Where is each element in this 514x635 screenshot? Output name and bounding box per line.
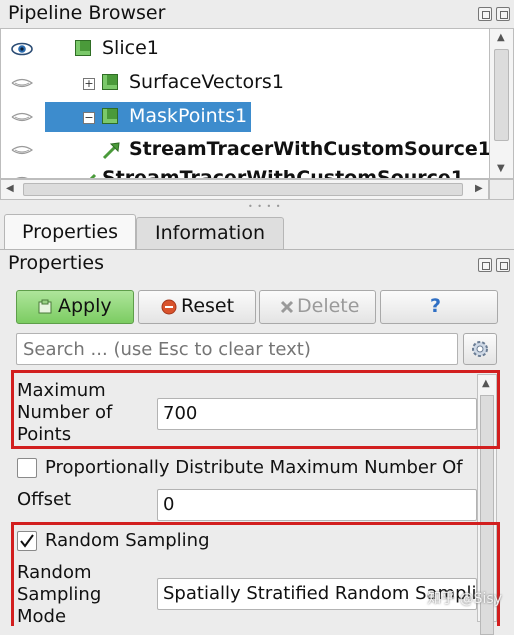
highlight-box [11, 370, 500, 449]
delete-button[interactable]: Delete [259, 290, 376, 324]
tab-bar: Properties Information [0, 208, 514, 250]
eye-visible-icon[interactable] [11, 42, 33, 56]
reset-button[interactable]: Reset [138, 290, 256, 324]
pipeline-item-label: StreamTracerWithCustomSource1 [102, 167, 465, 179]
pipeline-item-streamtracer2[interactable]: StreamTracerWithCustomSource1 [1, 167, 489, 179]
pipeline-vertical-scrollbar[interactable]: ▲ ▼ [489, 28, 514, 179]
scroll-thumb[interactable] [494, 49, 509, 141]
pipeline-item-label: SurfaceVectors1 [129, 71, 284, 93]
gear-icon [472, 341, 488, 357]
tab-properties[interactable]: Properties [4, 214, 136, 250]
expand-plus-icon[interactable]: + [83, 78, 95, 90]
pipeline-item-label: StreamTracerWithCustomSource1 [129, 138, 489, 160]
apply-icon [38, 299, 52, 314]
offset-label: Offset [17, 489, 72, 510]
apply-button[interactable]: Apply [16, 290, 134, 324]
offset-field[interactable]: 0 [157, 489, 477, 521]
pipeline-browser-title: Pipeline Browser [8, 2, 166, 24]
properties-title: Properties [8, 252, 105, 274]
pipeline-browser-titlebar: Pipeline Browser [0, 0, 514, 28]
float-panel-icon[interactable] [478, 7, 492, 21]
apply-label: Apply [58, 295, 112, 317]
search-input[interactable] [16, 333, 458, 365]
advanced-settings-button[interactable] [463, 333, 497, 365]
scroll-left-arrow-icon[interactable]: ◀ [6, 183, 14, 194]
stream-arrow-icon [89, 173, 97, 178]
collapse-minus-icon[interactable]: − [83, 112, 95, 124]
help-button[interactable]: ? [380, 290, 498, 324]
pipeline-horizontal-scrollbar[interactable]: ◀ ▶ [0, 179, 489, 200]
close-panel-icon[interactable] [496, 7, 510, 21]
proportional-label: Proportionally Distribute Maximum Number… [45, 457, 463, 478]
pipeline-item-streamtracer1[interactable]: StreamTracerWithCustomSource1 [1, 134, 489, 166]
reset-label: Reset [181, 295, 235, 317]
pipeline-item-label: MaskPoints1 [129, 105, 248, 127]
pipeline-item-slice1[interactable]: Slice1 [1, 33, 489, 65]
float-panel-icon[interactable] [478, 258, 492, 272]
pipeline-item-label: Slice1 [102, 37, 159, 59]
eye-hidden-icon[interactable] [11, 110, 33, 124]
scroll-corner [489, 179, 514, 200]
cube-icon [102, 74, 118, 90]
delete-icon [280, 300, 294, 314]
scroll-right-arrow-icon[interactable]: ▶ [475, 183, 483, 194]
reset-icon [161, 299, 177, 315]
highlight-box [11, 522, 500, 626]
watermark: 知乎 @Sisy [427, 591, 502, 607]
cube-icon [75, 40, 91, 56]
proportional-checkbox[interactable] [17, 458, 37, 478]
scroll-up-arrow-icon[interactable]: ▲ [497, 32, 505, 43]
pipeline-item-maskpoints1[interactable]: − MaskPoints1 [1, 101, 489, 133]
help-icon: ? [430, 295, 442, 317]
cube-icon [102, 108, 118, 124]
eye-hidden-icon[interactable] [11, 143, 33, 157]
scroll-down-arrow-icon[interactable]: ▼ [497, 163, 505, 174]
pipeline-item-surfacevectors1[interactable]: + SurfaceVectors1 [1, 67, 489, 99]
close-panel-icon[interactable] [496, 258, 510, 272]
tab-information[interactable]: Information [136, 217, 284, 250]
delete-label: Delete [297, 295, 360, 317]
stream-arrow-icon [102, 142, 120, 160]
scroll-thumb[interactable] [23, 183, 463, 196]
panel-splitter[interactable]: • • • • [0, 200, 514, 211]
pipeline-tree: Slice1 + SurfaceVectors1 − MaskPoints1 S… [0, 28, 489, 179]
eye-hidden-icon[interactable] [11, 76, 33, 90]
